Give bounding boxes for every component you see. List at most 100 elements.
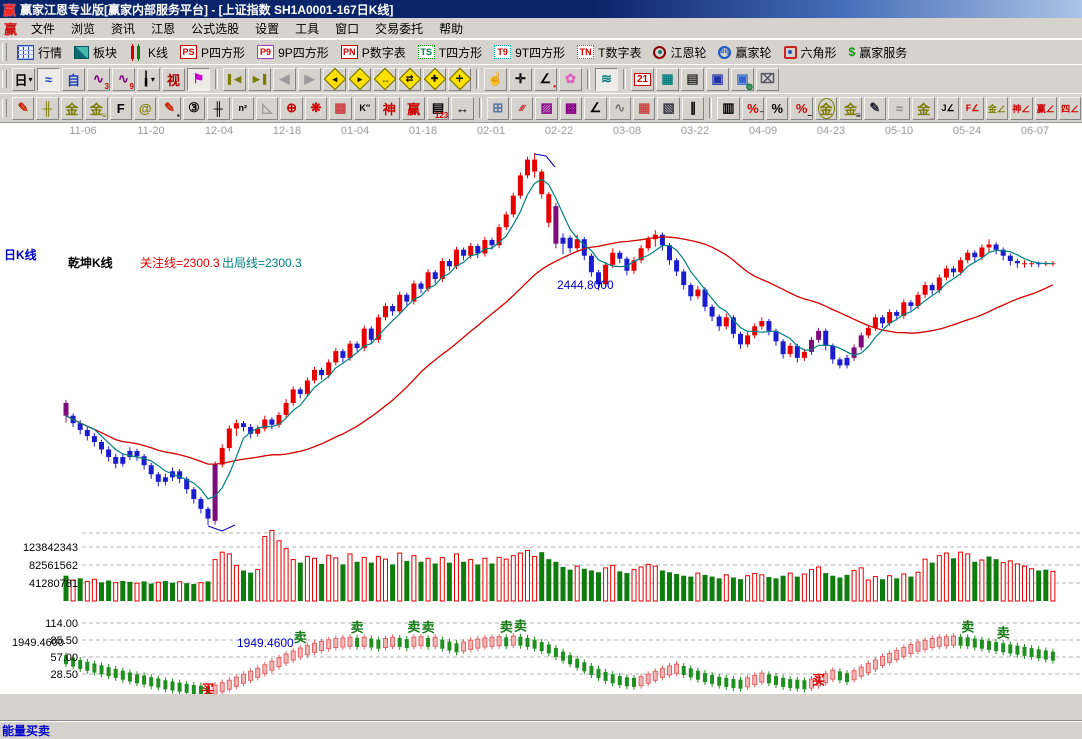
- color-flag-button[interactable]: ⚑: [187, 67, 210, 91]
- menu-item-4[interactable]: 江恩: [143, 18, 183, 39]
- menu-item-1[interactable]: 文件: [23, 18, 63, 39]
- ruler-tool[interactable]: ▤ 123: [426, 96, 450, 120]
- kline-button[interactable]: K线: [123, 42, 174, 63]
- span-arrows-tool[interactable]: ↔: [451, 96, 474, 120]
- report-button[interactable]: ▤: [681, 67, 704, 91]
- angle-measure-button[interactable]: ∠ •: [534, 67, 557, 91]
- pane-splitter[interactable]: [0, 720, 1082, 722]
- boxed-web-tool[interactable]: ▩: [329, 96, 352, 120]
- sector-button[interactable]: 板块: [68, 42, 123, 63]
- period-label[interactable]: 日K线: [4, 246, 37, 263]
- frame-grid-tool[interactable]: ⊞: [486, 96, 510, 120]
- menu-item-8[interactable]: 窗口: [327, 18, 367, 39]
- t9-square-button[interactable]: T9 9T四方形: [488, 42, 571, 63]
- ying-angle-tool[interactable]: 赢∠: [1034, 96, 1057, 120]
- zigzag-tool[interactable]: ∿: [608, 96, 632, 120]
- web-tool[interactable]: ❋: [304, 96, 328, 120]
- calendar-button[interactable]: 21: [631, 67, 654, 91]
- prev-page-button[interactable]: ◀: [273, 67, 296, 91]
- t-square-button[interactable]: TS T四方形: [412, 42, 488, 63]
- angle-lines-tool[interactable]: ∠: [584, 96, 607, 120]
- crosshair-button[interactable]: ✛: [509, 67, 532, 91]
- p-square-button[interactable]: PS P四方形: [174, 42, 251, 63]
- percent-line-tool[interactable]: % ‾: [741, 96, 765, 120]
- first-page-button[interactable]: ▌◀: [223, 67, 246, 91]
- gann-grid-tool[interactable]: ╫: [36, 96, 59, 120]
- fan-lines-tool[interactable]: ∕∕∕: [511, 96, 534, 120]
- gold-grid2-tool[interactable]: 金 ≡: [85, 96, 108, 120]
- menu-item-9[interactable]: 交易委托: [367, 18, 431, 39]
- menu-item-5[interactable]: 公式选股: [183, 18, 247, 39]
- drag-hand-button[interactable]: ☝: [484, 67, 507, 91]
- shen-tool[interactable]: 神: [378, 96, 401, 120]
- si-angle-tool[interactable]: 四∠: [1058, 96, 1082, 120]
- pen2-tool[interactable]: ✎: [863, 96, 887, 120]
- red-grid-tool[interactable]: ▦: [633, 96, 656, 120]
- shift-right-diamond-button[interactable]: ▸: [348, 67, 371, 91]
- energy-pane-label[interactable]: 能量买卖: [2, 722, 50, 739]
- winner-service-button[interactable]: $ 赢家服务: [843, 42, 914, 63]
- ma3-chart-button[interactable]: ∿ 3: [87, 67, 110, 91]
- menu-item-2[interactable]: 浏览: [63, 18, 103, 39]
- gold-underline-tool[interactable]: 金 _: [912, 96, 935, 120]
- f-grid-tool[interactable]: F: [109, 96, 132, 120]
- gann-wheel-button[interactable]: 江恩轮: [647, 42, 712, 63]
- shift-left-diamond-button[interactable]: ◂: [323, 67, 346, 91]
- zoom-in-diamond-button[interactable]: ✚: [423, 67, 446, 91]
- hexagon-button[interactable]: 六角形: [778, 42, 843, 63]
- wave-tool[interactable]: ≈: [888, 96, 911, 120]
- shen-angle-tool[interactable]: 神∠: [1010, 96, 1033, 120]
- menu-item-3[interactable]: 资讯: [103, 18, 143, 39]
- percent-tool[interactable]: %: [766, 96, 789, 120]
- menu-item-10[interactable]: 帮助: [431, 18, 471, 39]
- pen-tool[interactable]: ✎: [11, 96, 35, 120]
- f-angle-tool[interactable]: F∠: [961, 96, 984, 120]
- chart-area[interactable]: 11-06 11-20 12-04 12-18 01-04 01-18 02-01 02-22…: [0, 123, 1082, 738]
- candle-style-dropdown[interactable]: ╽ ▾: [137, 67, 160, 91]
- angle-flag-tool[interactable]: ◺: [255, 96, 279, 120]
- ying-tool[interactable]: 赢: [402, 96, 425, 120]
- gold-circle-tool[interactable]: 金: [814, 96, 838, 120]
- hash-tool[interactable]: ╫: [207, 96, 230, 120]
- compress-diamond-button[interactable]: ↔: [373, 67, 396, 91]
- n2-tool[interactable]: n²: [231, 96, 254, 120]
- save-button[interactable]: ▣: [706, 67, 729, 91]
- kk-tool[interactable]: K″: [353, 96, 377, 120]
- circle3-tool[interactable]: ③: [182, 96, 206, 120]
- brush-button[interactable]: ✿: [559, 67, 582, 91]
- purple-grid-tool[interactable]: ▩: [559, 96, 583, 120]
- candles-layer[interactable]: [63, 153, 1056, 525]
- next-page-button[interactable]: ▶: [298, 67, 321, 91]
- t-number-button[interactable]: TN T数字表: [571, 42, 647, 63]
- save-net-button[interactable]: ▣ ◍: [731, 67, 754, 91]
- chart-window-button[interactable]: ≈: [37, 67, 60, 91]
- p9-square-button[interactable]: P9 9P四方形: [251, 42, 335, 63]
- gold-lines-tool[interactable]: 金 ≡: [839, 96, 862, 120]
- info-panel-button[interactable]: 自: [62, 67, 85, 91]
- j-angle-tool[interactable]: J∠: [936, 96, 960, 120]
- spiral-tool[interactable]: @: [133, 96, 157, 120]
- zoom-all-diamond-button[interactable]: ✛: [448, 67, 471, 91]
- calculator-button[interactable]: ▦: [656, 67, 679, 91]
- chart-canvas[interactable]: 11-06 11-20 12-04 12-18 01-04 01-18 02-01 02-22…: [0, 123, 1082, 694]
- order-pc-button[interactable]: ⌧: [756, 67, 779, 91]
- winner-wheel-button[interactable]: Big 赢家轮: [712, 42, 777, 63]
- purple-box-tool[interactable]: ▨: [535, 96, 558, 120]
- gann-view-button[interactable]: 视: [162, 67, 185, 91]
- menu-item-7[interactable]: 工具: [287, 18, 327, 39]
- target-tool[interactable]: ⊕: [280, 96, 303, 120]
- pen-chart-tool[interactable]: ✎ ▪: [158, 96, 181, 120]
- gold-grid-tool[interactable]: 金: [60, 96, 84, 120]
- volume-bars[interactable]: [63, 529, 1056, 602]
- dark-grid-tool[interactable]: ▧: [657, 96, 680, 120]
- wave-window-button[interactable]: ≋: [595, 67, 618, 91]
- quote-button[interactable]: 行情: [11, 42, 68, 63]
- menu-item-6[interactable]: 设置: [247, 18, 287, 39]
- window-titlebar[interactable]: 赢 赢家江恩专业版[赢家内部服务平台] - [上证指数 SH1A0001-167…: [0, 0, 1082, 18]
- volume-profile-tool[interactable]: ▥: [717, 96, 740, 120]
- percent-level-tool[interactable]: % −: [790, 96, 813, 120]
- ma9-chart-button[interactable]: ∿ 9: [112, 67, 135, 91]
- parallel-lines-tool[interactable]: ∥: [681, 96, 705, 120]
- expand-diamond-button[interactable]: ⇄: [398, 67, 421, 91]
- last-page-button[interactable]: ▶▐: [248, 67, 271, 91]
